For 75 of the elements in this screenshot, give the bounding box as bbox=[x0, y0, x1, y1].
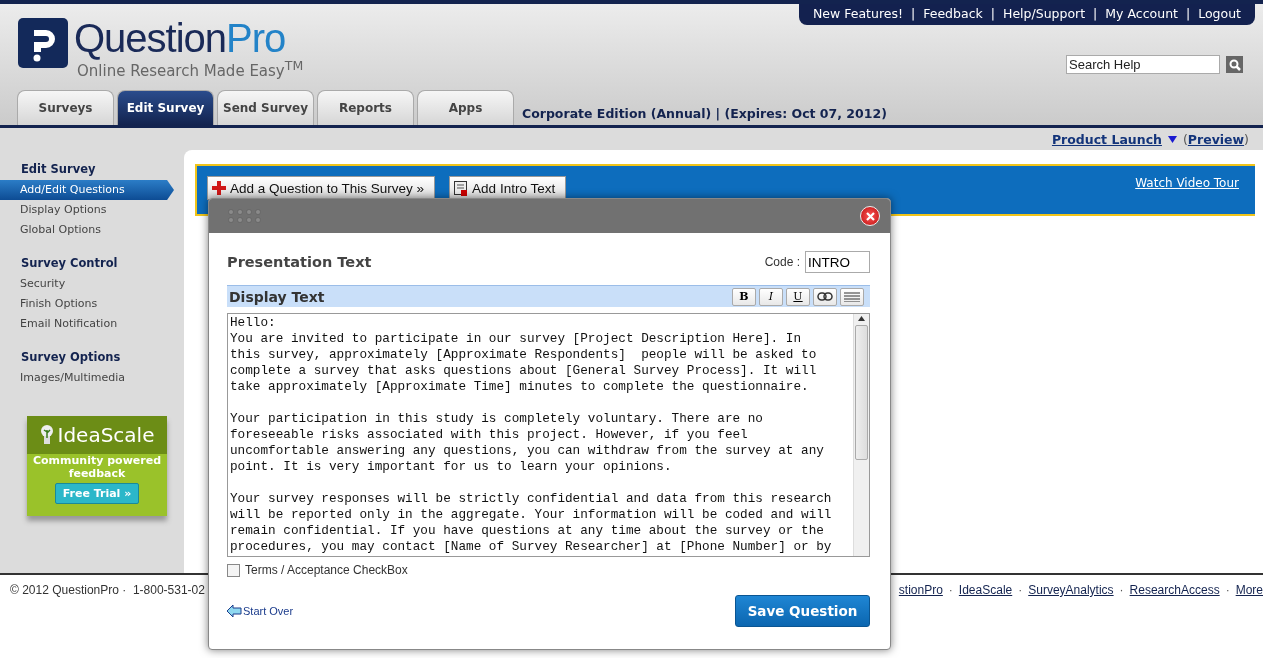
top-link[interactable]: Logout bbox=[1198, 6, 1241, 21]
top-link[interactable]: My Account bbox=[1105, 6, 1178, 21]
footer-text: © 2012 QuestionPro · 1-800-531-02 bbox=[10, 583, 205, 597]
search-field[interactable]: Search Help bbox=[1066, 55, 1220, 74]
edition-text: Corporate Edition (Annual) | (Expires: Oct 07, 2012) bbox=[522, 106, 887, 121]
code-label: Code : bbox=[764, 255, 800, 269]
editor-label: Display Text bbox=[229, 288, 325, 305]
nav-tab[interactable]: Reports bbox=[317, 90, 414, 125]
save-question-button[interactable]: Save Question bbox=[735, 595, 870, 627]
video-tour-link[interactable]: Watch Video Tour bbox=[1135, 176, 1239, 190]
link-icon bbox=[817, 292, 833, 301]
start-over-link[interactable]: Start Over bbox=[227, 605, 294, 617]
separator: | bbox=[990, 6, 995, 21]
plus-icon bbox=[212, 181, 226, 195]
dialog-title: Presentation Text bbox=[227, 254, 372, 270]
scrollbar[interactable] bbox=[853, 314, 869, 556]
code-field[interactable]: INTRO bbox=[805, 251, 870, 273]
survey-name-link[interactable]: Product Launch bbox=[1051, 131, 1162, 147]
top-link[interactable]: New Features! bbox=[813, 6, 903, 21]
drag-handle-icon[interactable] bbox=[227, 209, 261, 223]
top-link[interactable]: Help/Support bbox=[1003, 6, 1086, 21]
ad-brand: IdeaScale bbox=[57, 423, 155, 447]
sidebar-item[interactable]: Email Notification bbox=[0, 314, 184, 334]
footer-link[interactable]: stionPro bbox=[898, 583, 943, 597]
separator: · bbox=[948, 583, 953, 597]
text-area[interactable]: Hello: You are invited to participate in our survey [Project Description Here]. In this survey, approximately [Approximate Respondents] people will be asked to complete a survey that asks questions about [General Survey Process]. It will take approximately [Approximate Time] minutes to complete the questionnaire. Your participation in this study is completely voluntary. There are no foreseeable risks associated with this project. However, if you feel uncomfortable answering any questions, you can withdraw from the survey at any point. It is very important for us to learn your opinions. Your survey responses will be strictly confidential and data from this research will be reported only in the aggregate. Your information will be coded and will remain confidential. If you have questions at any time about the survey or the procedures, you may contact [Name of Survey Researcher] at [Phone Number] or by bbox=[227, 313, 870, 557]
separator: | bbox=[911, 6, 916, 21]
search-button[interactable] bbox=[1226, 56, 1243, 73]
preview-link[interactable]: Preview bbox=[1187, 131, 1245, 147]
nav-tab[interactable]: Apps bbox=[417, 90, 514, 125]
sidebar-item[interactable]: Security bbox=[0, 274, 184, 294]
search-icon bbox=[1228, 58, 1241, 71]
top-link[interactable]: Feedback bbox=[923, 6, 983, 21]
sidebar-item[interactable]: Images/Multimedia bbox=[0, 368, 184, 388]
dropdown-caret-icon[interactable] bbox=[1167, 135, 1177, 143]
bold-button[interactable]: B bbox=[732, 287, 756, 306]
footer-link[interactable]: IdeaScale bbox=[958, 583, 1013, 597]
toolbar-button[interactable]: Add a Question to This Survey » bbox=[207, 176, 436, 200]
logo-wordmark: QuestionPro bbox=[74, 18, 287, 58]
sidebar-item[interactable]: Finish Options bbox=[0, 294, 184, 314]
nav-tab[interactable]: Edit Survey bbox=[117, 90, 214, 125]
nav-tab[interactable]: Send Survey bbox=[217, 90, 314, 125]
nav-tab[interactable]: Surveys bbox=[17, 90, 114, 125]
logo-icon bbox=[18, 18, 68, 68]
close-icon bbox=[865, 211, 875, 221]
align-icon bbox=[844, 291, 860, 302]
link-button[interactable] bbox=[813, 287, 837, 306]
separator: · bbox=[1119, 583, 1124, 597]
parenthesis: ) bbox=[1244, 131, 1249, 147]
separator: | bbox=[1185, 6, 1191, 21]
separator: · bbox=[1225, 583, 1230, 597]
sidebar-heading: Edit Survey bbox=[20, 162, 97, 176]
back-arrow-icon bbox=[227, 605, 242, 617]
italic-button[interactable]: I bbox=[759, 287, 783, 306]
toolbar-button[interactable]: Add Intro Text bbox=[449, 176, 567, 200]
checkbox[interactable] bbox=[227, 563, 240, 577]
footer-link[interactable]: SurveyAnalytics bbox=[1028, 583, 1114, 597]
sidebar-item[interactable]: Display Options bbox=[0, 200, 184, 220]
footer-link[interactable]: More bbox=[1235, 583, 1263, 597]
sidebar-item[interactable]: Add/Edit Questions bbox=[0, 180, 174, 200]
document-icon bbox=[454, 180, 469, 196]
close-button[interactable] bbox=[860, 206, 880, 226]
ad-banner[interactable]: IdeaScale Community powered feedback Free Trial » bbox=[27, 416, 167, 516]
footer-link[interactable]: ResearchAccess bbox=[1129, 583, 1220, 597]
parenthesis: ( bbox=[1182, 131, 1188, 147]
lightbulb-icon bbox=[39, 424, 54, 446]
separator: | bbox=[1093, 6, 1098, 21]
sidebar-heading: Survey Control bbox=[20, 256, 119, 270]
ad-text: Community powered feedback bbox=[31, 454, 163, 480]
scroll-up-arrow-icon[interactable] bbox=[858, 316, 865, 321]
checkbox-label: Terms / Acceptance CheckBox bbox=[245, 563, 408, 577]
underline-button[interactable]: U bbox=[786, 287, 810, 306]
sidebar-heading: Survey Options bbox=[20, 350, 122, 364]
separator: · bbox=[1018, 583, 1023, 597]
sidebar-item[interactable]: Global Options bbox=[0, 220, 184, 240]
